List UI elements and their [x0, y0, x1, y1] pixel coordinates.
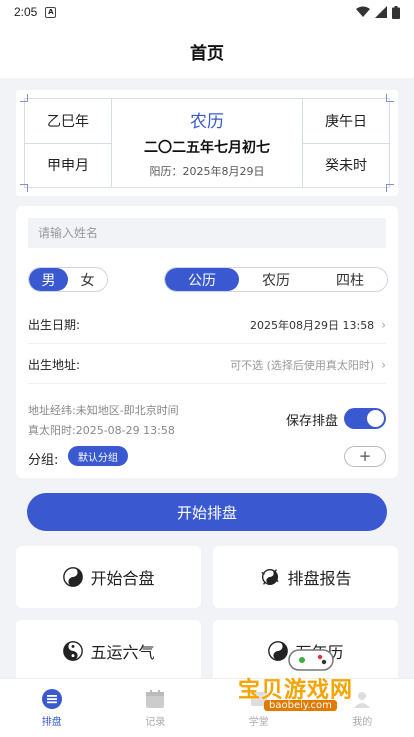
- tab-profile[interactable]: 我的: [311, 679, 414, 737]
- calendar-left-column: 乙巳年 甲申月: [25, 99, 112, 187]
- calendar-type-lunar[interactable]: 农历: [239, 268, 313, 291]
- feature-label: 万年历: [295, 643, 344, 662]
- calendar-type-solar[interactable]: 公历: [165, 268, 239, 291]
- calendar-center: 农历 二〇二五年七月初七 阳历：2025年8月29日: [112, 99, 302, 187]
- wifi-icon: [356, 6, 370, 17]
- group-label: 分组:: [28, 453, 59, 468]
- yin-yang-icon: [63, 567, 84, 587]
- status-bar: 2:05 A: [0, 0, 414, 24]
- birth-date-label: 出生日期:: [28, 318, 81, 332]
- save-chart-switch[interactable]: [344, 408, 386, 429]
- frame-corner: [20, 94, 28, 102]
- default-group-chip[interactable]: 默认分组: [68, 446, 128, 466]
- gender-male-option[interactable]: 男: [29, 268, 68, 291]
- tab-label: 学堂: [248, 717, 269, 728]
- status-icons: [356, 5, 400, 19]
- true-solar-time: 真太阳时:2025-08-29 13:58: [28, 424, 175, 437]
- feature-perpetual-calendar[interactable]: 万年历: [213, 620, 398, 682]
- birth-date-row[interactable]: 出生日期: 2025年08月29日 13:58 ›: [28, 306, 386, 344]
- year-pillar: 乙巳年: [25, 99, 111, 144]
- signal-icon: [375, 6, 387, 18]
- switch-knob: [367, 410, 384, 427]
- battery-icon: [392, 5, 400, 19]
- solar-date: 阳历：2025年8月29日: [149, 165, 265, 178]
- book-icon: [250, 692, 267, 706]
- frame-corner: [386, 94, 394, 102]
- chart-icon: [41, 689, 62, 709]
- calendar-frame: 乙巳年 甲申月 农历 二〇二五年七月初七 阳历：2025年8月29日 庚午日 癸…: [20, 94, 394, 192]
- calendar-right-column: 庚午日 癸未时: [302, 99, 389, 187]
- day-pillar: 庚午日: [303, 99, 389, 144]
- lunar-date: 二〇二五年七月初七: [144, 140, 270, 156]
- name-input[interactable]: [28, 218, 386, 248]
- feature-label: 五运六气: [90, 643, 155, 662]
- bottom-tab-bar: 排盘 记录 学堂 我的: [0, 678, 414, 737]
- birth-place-value: 可不选 (选择后使用真太阳时): [230, 358, 375, 372]
- birth-date-value: 2025年08月29日 13:58: [250, 318, 375, 332]
- month-pillar: 甲申月: [47, 158, 89, 175]
- feature-compatibility[interactable]: 开始合盘: [16, 546, 201, 608]
- tab-chart[interactable]: 排盘: [0, 679, 104, 737]
- chevron-right-icon: ›: [381, 357, 386, 372]
- tab-school[interactable]: 学堂: [207, 679, 311, 737]
- tab-label: 我的: [352, 717, 373, 728]
- add-group-button[interactable]: +: [344, 446, 386, 467]
- calendar-card: 乙巳年 甲申月 农历 二〇二五年七月初七 阳历：2025年8月29日 庚午日 癸…: [16, 90, 398, 196]
- status-time: 2:05: [14, 5, 38, 19]
- yin-yang-icon: [63, 641, 84, 661]
- feature-report[interactable]: 排盘报告: [213, 546, 398, 608]
- notification-icon: A: [45, 6, 57, 18]
- tab-records[interactable]: 记录: [104, 679, 208, 737]
- feature-label: 排盘报告: [287, 569, 352, 588]
- start-chart-button[interactable]: 开始排盘: [27, 493, 387, 531]
- calendar-type-toggle: 公历 农历 四柱: [164, 267, 388, 292]
- feature-label: 开始合盘: [90, 569, 155, 588]
- app-header: 首页: [0, 24, 414, 78]
- birth-place-label: 出生地址:: [28, 358, 81, 372]
- frame-corner: [386, 184, 394, 192]
- hour-pillar: 癸未时: [325, 158, 367, 175]
- gender-toggle: 男 女: [28, 267, 108, 292]
- tab-label: 排盘: [41, 717, 62, 728]
- tab-label: 记录: [145, 717, 166, 728]
- frame-corner: [20, 184, 28, 192]
- calendar-type-four-pillars[interactable]: 四柱: [313, 268, 387, 291]
- yin-yang-swirl-icon: [261, 568, 280, 586]
- yin-yang-icon: [268, 641, 289, 661]
- birth-form-card: 男 女 公历 农历 四柱 出生日期: 2025年08月29日 13:58 › 出…: [16, 206, 398, 478]
- birth-place-row[interactable]: 出生地址: 可不选 (选择后使用真太阳时) ›: [28, 346, 386, 384]
- calendar-icon: [146, 690, 165, 708]
- save-chart-label: 保存排盘: [285, 414, 338, 429]
- lunar-title: 农历: [190, 112, 224, 132]
- feature-five-movements[interactable]: 五运六气: [16, 620, 201, 682]
- chevron-right-icon: ›: [381, 317, 386, 332]
- geo-info: 地址经纬:未知地区-即北京时间: [28, 404, 179, 417]
- gender-female-option[interactable]: 女: [68, 268, 107, 291]
- page-title: 首页: [190, 43, 224, 64]
- user-icon: [354, 692, 371, 708]
